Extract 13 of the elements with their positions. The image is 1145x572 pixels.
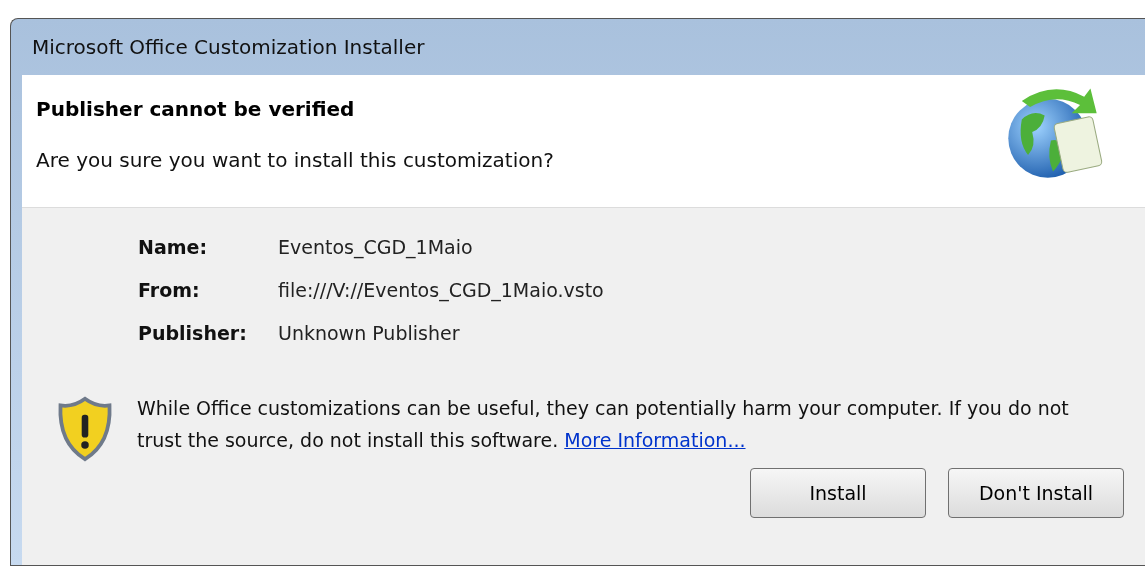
- dialog-button[interactable]: Don't Install: [948, 468, 1124, 518]
- more-information-link[interactable]: More Information...: [564, 429, 746, 451]
- field-label: Publisher:: [138, 322, 248, 344]
- field-value: file:///V://Eventos_CGD_1Maio.vsto: [278, 279, 605, 301]
- dialog-button[interactable]: Install: [750, 468, 926, 518]
- window-title: Microsoft Office Customization Installer: [32, 35, 425, 59]
- warning-text: While Office customizations can be useful, they can potentially harm your computer. If you do not trust the source, do not install this software. More Information...: [137, 396, 1070, 453]
- field-label: Name:: [138, 236, 208, 258]
- question-text: Are you sure you want to install this customization?: [36, 148, 554, 172]
- field-label: From:: [138, 279, 201, 301]
- field-value: Eventos_CGD_1Maio: [278, 236, 474, 258]
- heading: Publisher cannot be verified: [36, 97, 356, 121]
- field-value: Unknown Publisher: [278, 322, 461, 344]
